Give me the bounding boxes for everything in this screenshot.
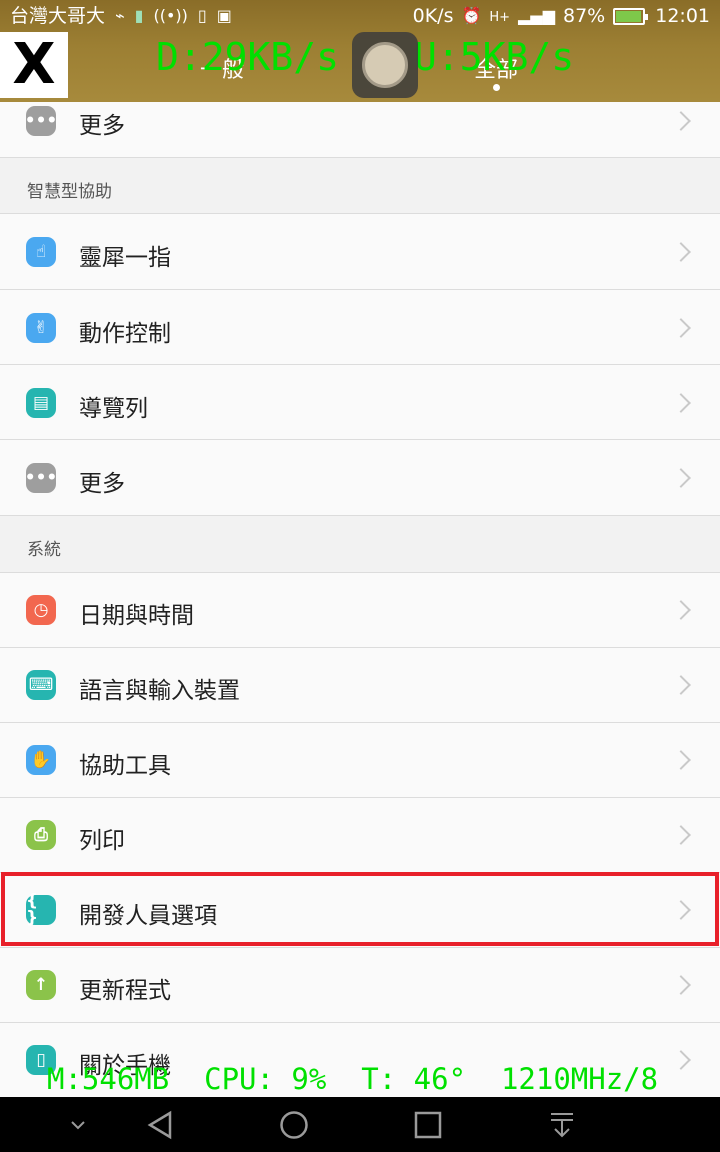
download-speed-overlay: D:29KB/s [156, 35, 340, 79]
clock-icon: ◷ [26, 595, 56, 625]
network-type: H+ [489, 11, 510, 25]
more-icon: ••• [25, 463, 57, 493]
update-arrow-icon: ↑ [26, 970, 56, 1000]
list-item-label: 日期與時間 [79, 603, 194, 629]
carrier-name: 台灣大哥大 [10, 5, 106, 27]
list-item-printing[interactable]: ⎙ 列印 [0, 798, 720, 873]
list-item-motion-control[interactable]: ✌ 動作控制 [0, 290, 720, 365]
navigation-bar-icon: ▤ [26, 388, 56, 418]
list-item-label: 協助工具 [79, 753, 171, 779]
chevron-right-icon [671, 600, 691, 620]
net-speed: 0K/s [412, 5, 454, 27]
list-item-label: 導覽列 [79, 396, 148, 422]
list-item-label: 更新程式 [79, 978, 171, 1004]
list-item-label: 更多 [79, 113, 125, 139]
system-stats-overlay: M:546MB CPU: 9% T: 46° 1210MHz/8 [47, 1062, 659, 1096]
gesture-hand-icon: ✌ [26, 313, 56, 343]
app-header: 台灣大哥大 ⌁ ▮ ((•)) ▯ ▣ 0K/s ⏰ H+ ▂▄▆ 87% 12… [0, 0, 720, 102]
close-overlay-button[interactable]: X [0, 32, 68, 98]
list-item-navigation-bar[interactable]: ▤ 導覽列 [0, 365, 720, 440]
list-item-knuckle[interactable]: ☝ 靈犀一指 [0, 214, 720, 290]
upload-speed-overlay: U:5KB/s [414, 35, 575, 79]
developer-options-highlight [1, 872, 719, 946]
hotspot-icon: ((•)) [153, 6, 188, 25]
signal-icon: ▂▄▆ [518, 6, 555, 25]
section-header-assist: 智慧型協助 [0, 158, 720, 214]
section-header-system: 系統 [0, 516, 720, 573]
chevron-right-icon [671, 975, 691, 995]
network-type-label: H+ [489, 10, 511, 25]
list-item-more-top[interactable]: ••• 更多 [0, 102, 720, 158]
battery-percent: 87% [563, 5, 606, 27]
list-item-label: 語言與輸入裝置 [79, 678, 240, 704]
usb-icon: ▮ [134, 6, 144, 25]
list-item-label: 動作控制 [79, 321, 171, 347]
collapse-icon[interactable] [50, 1097, 106, 1152]
chevron-right-icon [671, 675, 691, 695]
activity-icon: ⌁ [115, 6, 125, 25]
chevron-right-icon [671, 318, 691, 338]
battery-icon [613, 7, 649, 25]
list-item-updater[interactable]: ↑ 更新程式 [0, 948, 720, 1023]
chevron-right-icon [671, 242, 691, 262]
navigation-bar [0, 1097, 720, 1152]
battery-fill [616, 10, 641, 22]
recents-icon[interactable] [400, 1097, 456, 1152]
battery-warning-icon: ▯ [197, 6, 207, 25]
home-icon[interactable] [266, 1097, 322, 1152]
section-title: 智慧型協助 [27, 182, 112, 202]
image-icon: ▣ [216, 6, 232, 25]
keyboard-icon: ⌨ [26, 670, 56, 700]
list-item-language-input[interactable]: ⌨ 語言與輸入裝置 [0, 648, 720, 723]
list-item-accessibility[interactable]: ✋ 協助工具 [0, 723, 720, 798]
chevron-right-icon [671, 393, 691, 413]
chevron-right-icon [671, 825, 691, 845]
chevron-right-icon [671, 468, 691, 488]
back-icon[interactable] [133, 1097, 189, 1152]
notification-pull-icon[interactable] [534, 1097, 590, 1152]
clock: 12:01 [655, 5, 710, 27]
chevron-right-icon [671, 1050, 691, 1070]
status-bar: 台灣大哥大 ⌁ ▮ ((•)) ▯ ▣ 0K/s ⏰ H+ ▂▄▆ 87% 12… [0, 0, 720, 32]
list-item-date-time[interactable]: ◷ 日期與時間 [0, 573, 720, 648]
list-item-label: 列印 [79, 828, 125, 854]
list-item-label: 靈犀一指 [79, 245, 171, 271]
floating-assistive-button[interactable] [352, 32, 418, 98]
chevron-right-icon [671, 111, 691, 131]
accessibility-hand-icon: ✋ [26, 745, 56, 775]
alarm-icon: ⏰ [461, 6, 482, 25]
finger-touch-icon: ☝ [26, 237, 56, 267]
chevron-right-icon [671, 750, 691, 770]
floating-button-knob [362, 42, 408, 88]
list-item-more-assist[interactable]: ••• 更多 [0, 440, 720, 516]
list-item-label: 更多 [79, 471, 125, 497]
more-icon: ••• [25, 106, 57, 136]
tab-indicator [493, 84, 500, 91]
section-title: 系統 [27, 540, 61, 560]
printer-icon: ⎙ [26, 820, 56, 850]
settings-list: ••• 更多 智慧型協助 ☝ 靈犀一指 ✌ 動作控制 ▤ 導覽列 ••• 更多 … [0, 102, 720, 1097]
